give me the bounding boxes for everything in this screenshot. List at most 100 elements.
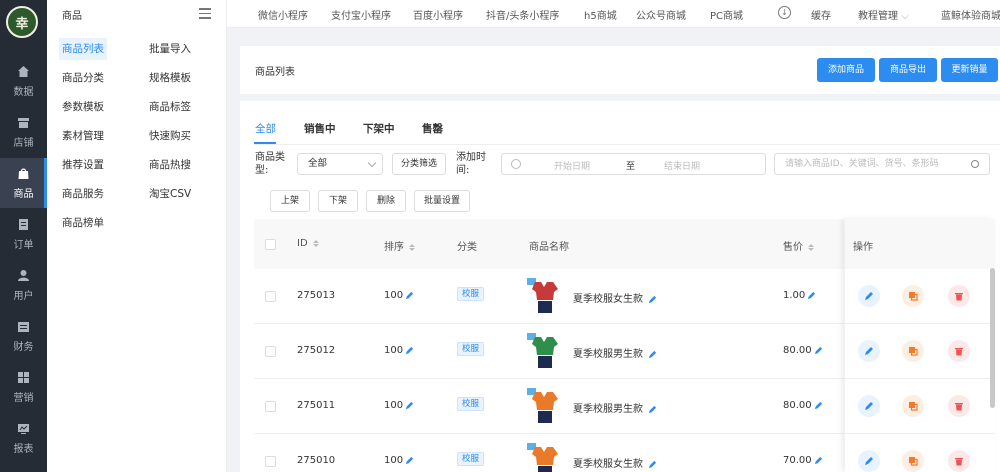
col-sort[interactable]: 排序 [384,238,415,253]
col-id[interactable]: ID [297,238,319,249]
edit-pen-icon[interactable] [405,346,414,355]
row-price[interactable]: 80.00 [783,400,823,411]
row-sort[interactable]: 100 [384,455,414,466]
topnav-mp[interactable]: 公众号商城 [636,7,686,22]
col-price[interactable]: 售价 [783,238,814,253]
goods-search-input[interactable]: 请输入商品ID、关键词、货号、条形码 [774,153,990,175]
batch-delete-button[interactable]: 删除 [366,190,406,212]
submenu-item-taobao-csv[interactable]: 淘宝CSV [146,183,194,205]
submenu-item-goods-category[interactable]: 商品分类 [59,67,107,89]
table-row[interactable]: 275011 100 校服 夏季校服男生款 80.00 [254,379,844,434]
row-sort[interactable]: 100 [384,345,414,356]
nav-orders[interactable]: 订单 [0,209,47,259]
search-icon[interactable] [971,160,979,168]
cache-button[interactable]: 缓存 [811,7,831,22]
copy-button[interactable] [902,395,924,417]
submenu-item-param-template[interactable]: 参数模板 [59,96,107,118]
topnav-alipay-mini[interactable]: 支付宝小程序 [331,7,391,22]
edit-button[interactable] [858,395,880,417]
row-price[interactable]: 1.00 [783,290,816,301]
add-goods-button[interactable]: 添加商品 [817,58,875,82]
edit-pen-icon[interactable] [814,346,823,355]
table-row[interactable]: 275013 100 校服 夏季校服女生款 1.00 [254,269,844,324]
delete-button[interactable] [948,285,970,307]
edit-pen-icon[interactable] [814,456,823,465]
submenu-item-recommend[interactable]: 推荐设置 [59,154,107,176]
download-icon[interactable]: ↓ [778,6,791,19]
topnav-wechat-mini[interactable]: 微信小程序 [258,7,308,22]
edit-button[interactable] [858,285,880,307]
edit-pen-icon[interactable] [405,401,414,410]
batch-off-shelf-button[interactable]: 下架 [318,190,358,212]
copy-button[interactable] [902,340,924,362]
submenu-item-spec-template[interactable]: 规格模板 [146,67,194,89]
user-menu[interactable]: 蓝鲸体验商城 [941,7,1000,22]
row-checkbox[interactable] [265,346,276,357]
type-select[interactable]: 全部 [297,153,383,175]
row-name[interactable]: 夏季校服女生款 [573,290,657,305]
update-stock-button[interactable]: 更新销量 [941,58,998,82]
row-price[interactable]: 70.00 [783,455,823,466]
submenu-item-goods-list[interactable]: 商品列表 [59,38,107,60]
topnav-douyin-mini[interactable]: 抖音/头条小程序 [486,7,559,22]
date-range-picker[interactable]: 开始日期 至 结束日期 [501,153,766,175]
tutorial-menu[interactable]: 教程管理 ⌵ [858,7,909,22]
tab-sold-out[interactable]: 售罄 [422,121,443,136]
nav-store[interactable]: 店铺 [0,107,47,157]
edit-pen-icon[interactable] [648,405,657,414]
copy-button[interactable] [902,450,924,472]
nav-users[interactable]: 用户 [0,260,47,310]
edit-button[interactable] [858,450,880,472]
row-checkbox[interactable] [265,456,276,467]
topnav-pc[interactable]: PC商城 [710,7,743,22]
submenu-item-goods-tag[interactable]: 商品标签 [146,96,194,118]
nav-reports[interactable]: 报表 [0,413,47,463]
nav-data[interactable]: 数据 [0,56,47,106]
edit-pen-icon[interactable] [405,456,414,465]
nav-finance[interactable]: 财务 [0,311,47,361]
submenu-item-batch-import[interactable]: 批量导入 [146,38,194,60]
category-filter-button[interactable]: 分类筛选 [392,153,446,175]
nav-marketing[interactable]: 营销 [0,362,47,412]
topnav-h5[interactable]: h5商城 [584,7,617,22]
edit-pen-icon[interactable] [814,401,823,410]
select-all-checkbox[interactable] [265,239,276,250]
submenu-item-ranking[interactable]: 商品榜单 [59,212,107,234]
edit-pen-icon[interactable] [648,350,657,359]
row-name[interactable]: 夏季校服女生款 [573,455,657,470]
tab-on-sale[interactable]: 销售中 [304,121,336,136]
row-sort[interactable]: 100 [384,290,414,301]
tab-all[interactable]: 全部 [255,121,276,136]
topnav-baidu-mini[interactable]: 百度小程序 [413,7,463,22]
edit-pen-icon[interactable] [807,291,816,300]
table-row[interactable]: 275010 100 校服 夏季校服女生款 70.00 [254,434,844,472]
row-name[interactable]: 夏季校服男生款 [573,345,657,360]
nav-goods[interactable]: 商品 [0,158,47,208]
row-name[interactable]: 夏季校服男生款 [573,400,657,415]
batch-settings-button[interactable]: 批量设置 [414,190,470,212]
delete-button[interactable] [948,340,970,362]
tab-off-shelf[interactable]: 下架中 [363,121,395,136]
row-sort[interactable]: 100 [384,400,414,411]
app-logo[interactable]: 幸 [6,6,38,38]
export-goods-button[interactable]: 商品导出 [879,58,937,82]
submenu-item-hot-search[interactable]: 商品热搜 [146,154,194,176]
batch-on-shelf-button[interactable]: 上架 [270,190,310,212]
delete-button[interactable] [948,450,970,472]
edit-pen-icon[interactable] [648,295,657,304]
edit-button[interactable] [858,340,880,362]
table-row[interactable]: 275012 100 校服 夏季校服男生款 80.00 [254,324,844,379]
edit-pen-icon[interactable] [405,291,414,300]
copy-button[interactable] [902,285,924,307]
edit-pen-icon[interactable] [648,460,657,469]
row-price[interactable]: 80.00 [783,345,823,356]
delete-button[interactable] [948,395,970,417]
sort-icon [312,239,319,247]
row-checkbox[interactable] [265,401,276,412]
submenu-item-material[interactable]: 素材管理 [59,125,107,147]
row-checkbox[interactable] [265,291,276,302]
menu-fold-icon[interactable] [199,8,211,19]
submenu-item-quick-buy[interactable]: 快速购买 [146,125,194,147]
submenu-item-service[interactable]: 商品服务 [59,183,107,205]
vertical-scrollbar[interactable] [990,268,995,408]
